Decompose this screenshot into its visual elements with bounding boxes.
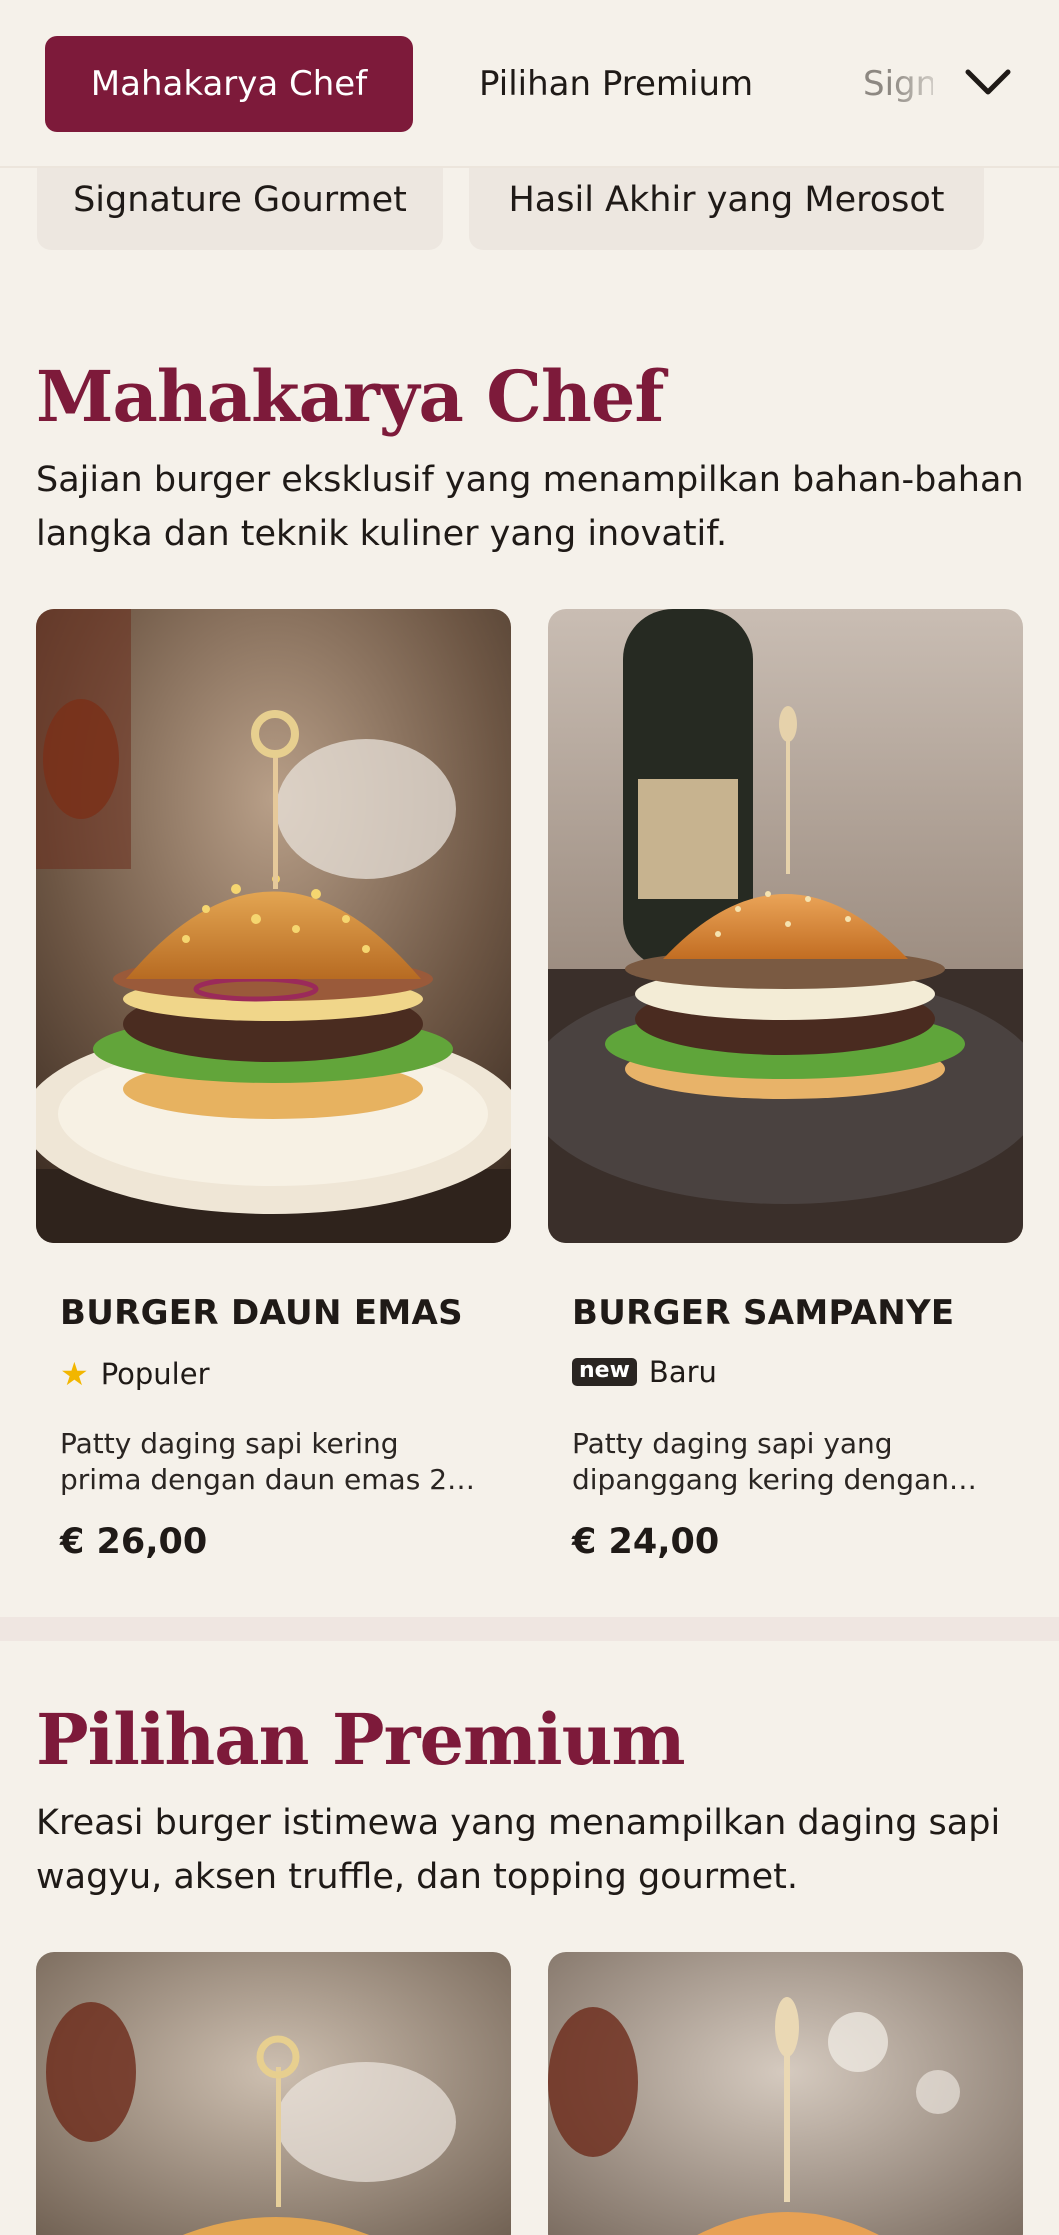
chip-label: Hasil Akhir yang Merosot bbox=[508, 180, 945, 220]
star-icon: ★ bbox=[60, 1355, 89, 1393]
new-tag: new Baru bbox=[572, 1355, 717, 1389]
item-name: BURGER DAUN EMAS bbox=[60, 1293, 463, 1333]
tag-label: Baru bbox=[648, 1355, 717, 1389]
chevron-down-icon[interactable] bbox=[955, 50, 1021, 116]
item-price: € 24,00 bbox=[572, 1522, 720, 1562]
item-name: BURGER SAMPANYE bbox=[572, 1293, 955, 1333]
burger-daun-emas-image[interactable] bbox=[36, 609, 511, 1243]
chip-label: Signature Gourmet bbox=[73, 180, 407, 220]
item-price: € 26,00 bbox=[60, 1522, 208, 1562]
burger-image[interactable] bbox=[548, 1952, 1023, 2235]
section-divider bbox=[0, 1617, 1059, 1641]
item-description: Patty daging sapi yang dipanggang kering… bbox=[572, 1427, 977, 1496]
section-description: Kreasi burger istimewa yang menampilkan … bbox=[36, 1803, 1001, 1897]
category-nav-bar: Mahakarya Chef Pilihan Premium Signature… bbox=[0, 0, 1059, 168]
section-title: Pilihan Premium bbox=[36, 1698, 686, 1781]
section-title: Mahakarya Chef bbox=[36, 355, 664, 438]
tab-pilihan-premium[interactable]: Pilihan Premium bbox=[479, 36, 753, 132]
burger-image[interactable] bbox=[36, 1952, 511, 2235]
burger-sampanye-image[interactable] bbox=[548, 609, 1023, 1243]
section-description: Sajian burger eksklusif yang menampilkan… bbox=[36, 460, 1024, 554]
tag-label: Populer bbox=[100, 1357, 210, 1391]
item-description: Patty daging sapi kering prima dengan da… bbox=[60, 1427, 476, 1496]
popular-tag: ★ Populer bbox=[60, 1355, 210, 1393]
tab-label: Pilihan Premium bbox=[479, 64, 754, 104]
tab-label: Mahakarya Chef bbox=[90, 64, 368, 104]
new-badge: new bbox=[572, 1358, 637, 1386]
tab-mahakarya-chef[interactable]: Mahakarya Chef bbox=[45, 36, 413, 132]
